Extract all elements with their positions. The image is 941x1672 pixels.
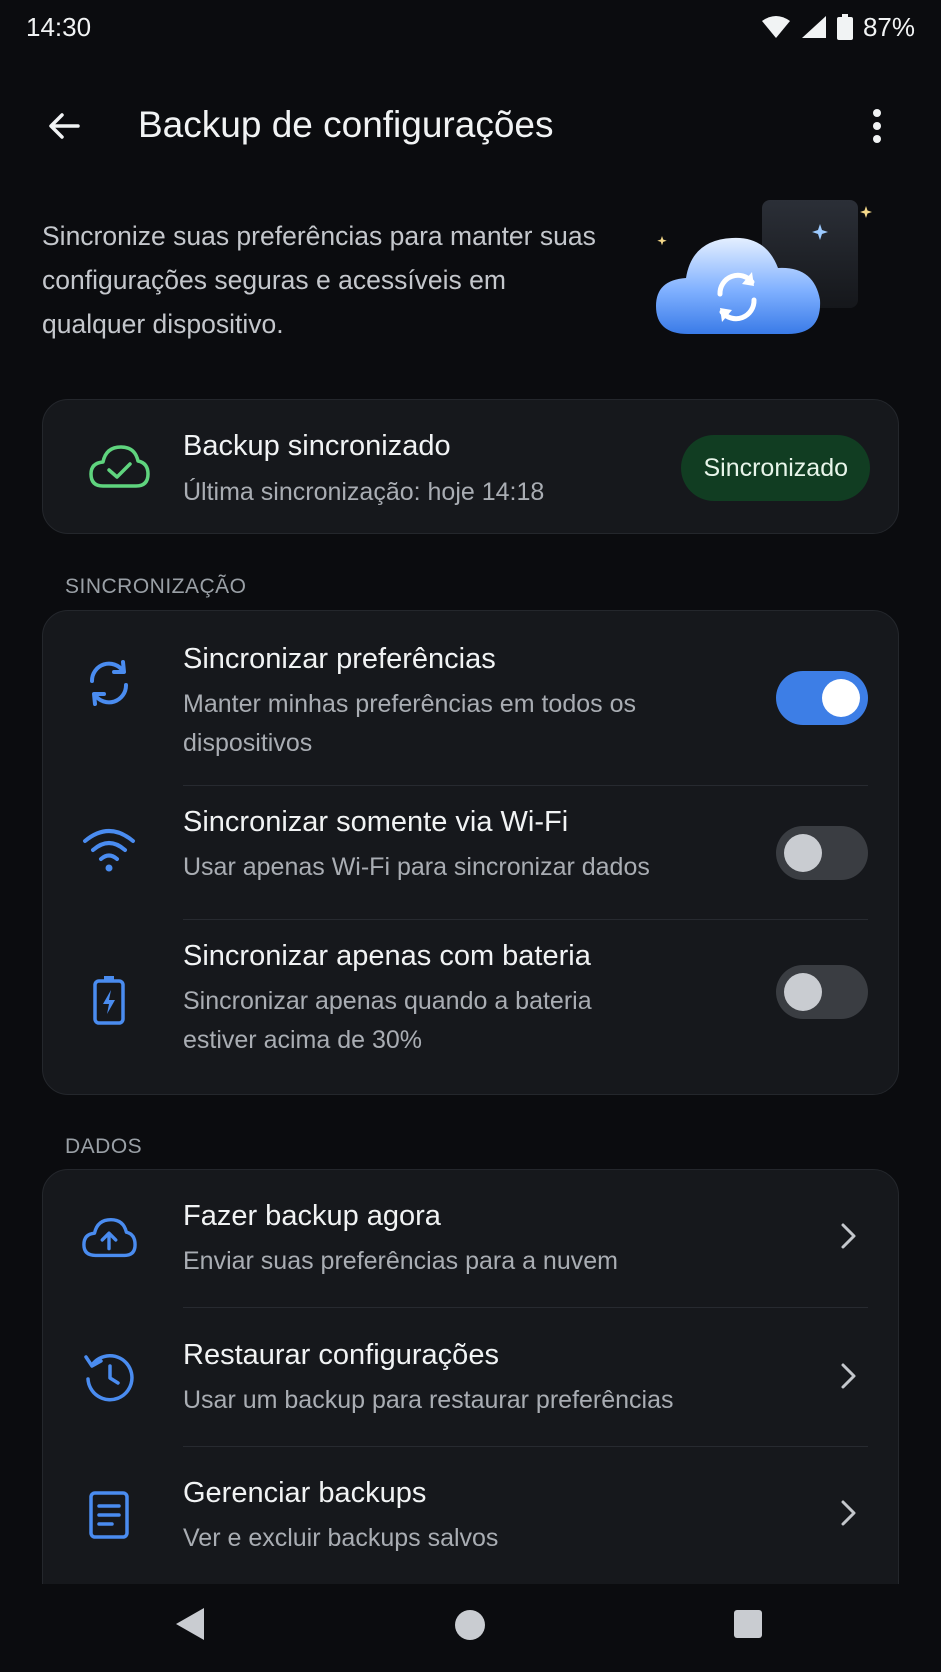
cloud-check-icon — [89, 445, 150, 488]
wifi-only-title: Sincronizar somente via Wi-Fi — [183, 806, 569, 838]
nav-back-icon[interactable] — [174, 1606, 206, 1642]
arrow-back-icon — [49, 113, 80, 139]
synced-status-badge: Sincronizado — [681, 435, 870, 501]
manage-backups-subtitle: Ver e excluir backups salvos — [183, 1524, 499, 1552]
wifi-signal-icon — [761, 16, 790, 38]
chevron-right-icon — [841, 1363, 856, 1389]
intro-description: Sincronize suas preferências para manter… — [42, 221, 596, 339]
sync-preferences-toggle[interactable] — [776, 671, 868, 725]
status-time: 14:30 — [26, 11, 92, 42]
wifi-only-toggle[interactable] — [776, 826, 868, 880]
sync-preferences-title: Sincronizar preferências — [183, 643, 496, 675]
cloud-upload-icon — [81, 1210, 137, 1266]
nav-home-icon[interactable] — [455, 1610, 485, 1640]
system-navigation-bar — [0, 1584, 941, 1672]
sync-preferences-subtitle: Manter minhas preferências em todos os d… — [183, 690, 636, 757]
toggle-knob — [784, 834, 822, 872]
page-title: Backup de configurações — [138, 104, 554, 145]
restore-settings-title: Restaurar configurações — [183, 1339, 499, 1371]
chevron-right-icon — [841, 1500, 856, 1526]
battery-icon — [836, 14, 853, 40]
wifi-only-row[interactable]: Sincronizar somente via Wi-Fi Usar apena… — [43, 786, 898, 919]
sync-preferences-row[interactable]: Sincronizar preferências Manter minhas p… — [43, 611, 898, 786]
battery-only-toggle[interactable] — [776, 965, 868, 1019]
cell-signal-icon — [801, 16, 826, 38]
battery-percent: 87% — [862, 11, 915, 42]
chevron-right-icon — [841, 1223, 856, 1249]
last-sync-time: Última sincronização: hoje 14:18 — [183, 478, 545, 506]
more-options-button[interactable] — [853, 102, 901, 150]
sync-icon — [81, 655, 137, 711]
sync-settings-card: Sincronizar preferências Manter minhas p… — [42, 610, 899, 1095]
backup-status-card: Backup sincronizado Última sincronização… — [42, 399, 899, 534]
app-bar: Backup de configurações — [0, 84, 941, 164]
status-bar: 14:30 87% — [0, 0, 941, 54]
battery-only-title: Sincronizar apenas com bateria — [183, 940, 591, 972]
battery-only-subtitle: Sincronizar apenas quando a bateria esti… — [183, 987, 592, 1054]
wifi-icon — [81, 822, 137, 878]
backup-now-row[interactable]: Fazer backup agora Enviar suas preferênc… — [43, 1170, 898, 1307]
restore-history-icon — [81, 1348, 137, 1404]
cloud-sync-illustration — [656, 200, 872, 334]
wifi-only-subtitle: Usar apenas Wi-Fi para sincronizar dados — [183, 853, 650, 881]
more-vert-icon — [873, 109, 881, 143]
toggle-knob — [822, 679, 860, 717]
status-title: Backup sincronizado — [183, 430, 451, 462]
sync-section-label: SINCRONIZAÇÃO — [65, 575, 247, 598]
manage-backups-title: Gerenciar backups — [183, 1477, 427, 1509]
restore-settings-subtitle: Usar um backup para restaurar preferênci… — [183, 1386, 674, 1414]
status-icons: 87% — [761, 12, 915, 43]
battery-only-row[interactable]: Sincronizar apenas com bateria Sincroniz… — [43, 920, 898, 1096]
nav-recents-icon[interactable] — [734, 1610, 762, 1638]
backup-now-subtitle: Enviar suas preferências para a nuvem — [183, 1247, 618, 1275]
manage-backups-row[interactable]: Gerenciar backups Ver e excluir backups … — [43, 1447, 898, 1587]
restore-settings-row[interactable]: Restaurar configurações Usar um backup p… — [43, 1308, 898, 1446]
data-section-label: DADOS — [65, 1135, 143, 1158]
backup-now-title: Fazer backup agora — [183, 1200, 441, 1232]
back-button[interactable] — [40, 102, 88, 150]
battery-charging-icon — [81, 972, 137, 1028]
document-list-icon — [81, 1487, 137, 1543]
toggle-knob — [784, 973, 822, 1011]
